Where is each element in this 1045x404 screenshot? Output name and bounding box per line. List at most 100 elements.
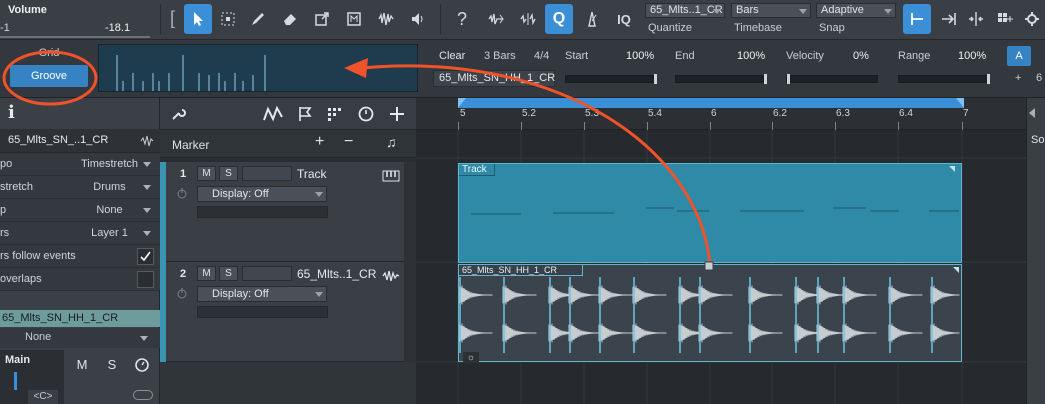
track-2-display-dropdown[interactable]: Display: Off (197, 286, 327, 302)
snap-dropdown[interactable]: Adaptive (816, 3, 896, 18)
add-button[interactable]: + (1015, 72, 1021, 84)
chevron-left-icon[interactable] (1029, 108, 1035, 118)
overlaps-checkbox[interactable] (137, 271, 154, 288)
volume-bar[interactable] (0, 36, 150, 38)
track-number: 2 (180, 268, 187, 280)
track-2-name[interactable]: 65_Mlts..1_CR (297, 267, 376, 281)
quantize-dropdown[interactable]: 65_Mlts..1_CR (645, 3, 725, 18)
left-value: -1 (0, 22, 10, 34)
pencil-tool-button[interactable] (244, 4, 272, 34)
pan-value[interactable]: <C> (28, 390, 58, 404)
power-icon[interactable] (176, 187, 188, 199)
main-solo-button[interactable]: S (100, 354, 124, 376)
audio-bend-button[interactable] (482, 4, 510, 34)
waveform-icon (382, 270, 400, 282)
event-settings-icon[interactable]: ☼ (463, 352, 479, 362)
track-1-record-button[interactable] (242, 166, 292, 181)
track-1-display-dropdown[interactable]: Display: Off (197, 186, 327, 202)
track-number: 1 (180, 168, 187, 180)
start-slider[interactable] (565, 74, 657, 84)
split-tool-button[interactable] (308, 4, 336, 34)
loop-start-handle[interactable] (458, 98, 466, 108)
grid-dots-icon[interactable] (325, 105, 343, 123)
info-icon[interactable]: i (8, 102, 15, 123)
track-2-mute-button[interactable]: M (197, 266, 216, 281)
quantize-button[interactable]: Q (545, 4, 573, 34)
follow-events-checkbox[interactable] (137, 248, 154, 265)
clock-icon[interactable] (357, 105, 375, 123)
range-value[interactable]: 100% (958, 50, 986, 62)
grid-tab[interactable]: Grid (10, 45, 88, 61)
end-slider[interactable] (675, 74, 767, 84)
layers-dropdown[interactable]: Layer 1 (62, 225, 157, 242)
power-icon[interactable] (176, 287, 188, 299)
timebase-dropdown[interactable]: Bars (731, 3, 811, 18)
track-event-label: Track (462, 164, 487, 175)
loop-end-handle[interactable] (956, 98, 964, 108)
main-timing-button[interactable] (130, 354, 154, 376)
channel-output[interactable]: None (0, 328, 160, 348)
range-slider-thumb[interactable] (987, 74, 990, 84)
timeline-ruler[interactable]: 5 5.2 5.3 5.4 6 6.2 6.3 6.4 7 (416, 98, 1026, 130)
audio-edit-button[interactable] (514, 4, 542, 34)
iq-button[interactable]: IQ (610, 4, 638, 34)
add-track-icon[interactable] (388, 105, 406, 123)
track-1-mute-button[interactable]: M (197, 166, 216, 181)
groove-tab[interactable]: Groove (10, 65, 88, 87)
checkmark-icon (140, 251, 151, 262)
metronome-button[interactable] (578, 4, 606, 34)
loop-range-bar[interactable] (458, 98, 964, 108)
bars-value[interactable]: 3 Bars (484, 50, 516, 62)
add-marker-button[interactable]: + (315, 133, 324, 151)
follow-button[interactable] (935, 4, 963, 34)
track-2[interactable]: 2 M S 65_Mlts..1_CR Display: Off (160, 262, 416, 362)
arrow-tool-button[interactable] (184, 4, 212, 34)
start-slider-thumb[interactable] (654, 74, 657, 84)
track-1-solo-button[interactable]: S (219, 166, 238, 181)
remove-marker-button[interactable]: − (344, 133, 353, 151)
marker-track: Marker + − ♫ (160, 130, 416, 158)
wrench-icon[interactable] (170, 106, 186, 122)
track-2-record-button[interactable] (242, 266, 292, 281)
track-2-solo-button[interactable]: S (219, 266, 238, 281)
automation-icon[interactable] (262, 105, 284, 123)
groove-display[interactable] (98, 44, 418, 92)
mute-tool-button[interactable] (340, 4, 368, 34)
eraser-tool-button[interactable] (276, 4, 304, 34)
audio-event[interactable]: 65_Mlts_SN_HH_1_CR ☼ (458, 264, 962, 362)
layout-menu-button[interactable] (990, 4, 1020, 34)
listen-tool-button[interactable] (404, 4, 432, 34)
split-edit-button[interactable] (962, 4, 990, 34)
stretch-dropdown[interactable]: Drums (62, 179, 157, 196)
start-value[interactable]: 100% (626, 50, 654, 62)
range-slider[interactable] (898, 74, 990, 84)
snap-to-grid-button[interactable] (903, 4, 931, 34)
marker-flag-icon[interactable] (296, 105, 314, 123)
volume-value[interactable]: -18.1 (105, 22, 130, 34)
settings-button[interactable] (1020, 4, 1044, 34)
velocity-slider[interactable] (786, 74, 878, 84)
range-tool-button[interactable] (214, 4, 242, 34)
six-value: 6 (1036, 72, 1043, 84)
toggle-switch[interactable] (133, 390, 153, 400)
tempo-dropdown[interactable]: Timestretch (62, 156, 157, 173)
track-1[interactable]: 1 M S Track Display: Off (160, 162, 416, 262)
music-note-icon[interactable]: ♫ (386, 134, 397, 150)
end-value[interactable]: 100% (737, 50, 765, 62)
help-button[interactable]: ? (448, 4, 476, 34)
preset-a-button[interactable]: A (1007, 46, 1031, 66)
clear-button[interactable]: Clear (439, 50, 465, 62)
groove-file-field[interactable]: 65_Mlts_SN_HH_1_CR (433, 70, 555, 87)
velocity-slider-thumb[interactable] (787, 74, 790, 84)
bend-tool-button[interactable] (372, 4, 400, 34)
track-2-field[interactable] (197, 306, 328, 318)
volume-label: Volume (8, 4, 47, 16)
arrange-view[interactable]: 5 5.2 5.3 5.4 6 6.2 6.3 6.4 7 Track 65_M… (2, 50, 1026, 404)
group-dropdown[interactable]: None (62, 202, 157, 219)
end-slider-thumb[interactable] (764, 74, 767, 84)
velocity-value[interactable]: 0% (853, 50, 869, 62)
main-mute-button[interactable]: M (70, 354, 94, 376)
track-1-name[interactable]: Track (297, 167, 327, 181)
track-1-field[interactable] (197, 206, 328, 218)
track-event[interactable]: Track (458, 163, 962, 263)
